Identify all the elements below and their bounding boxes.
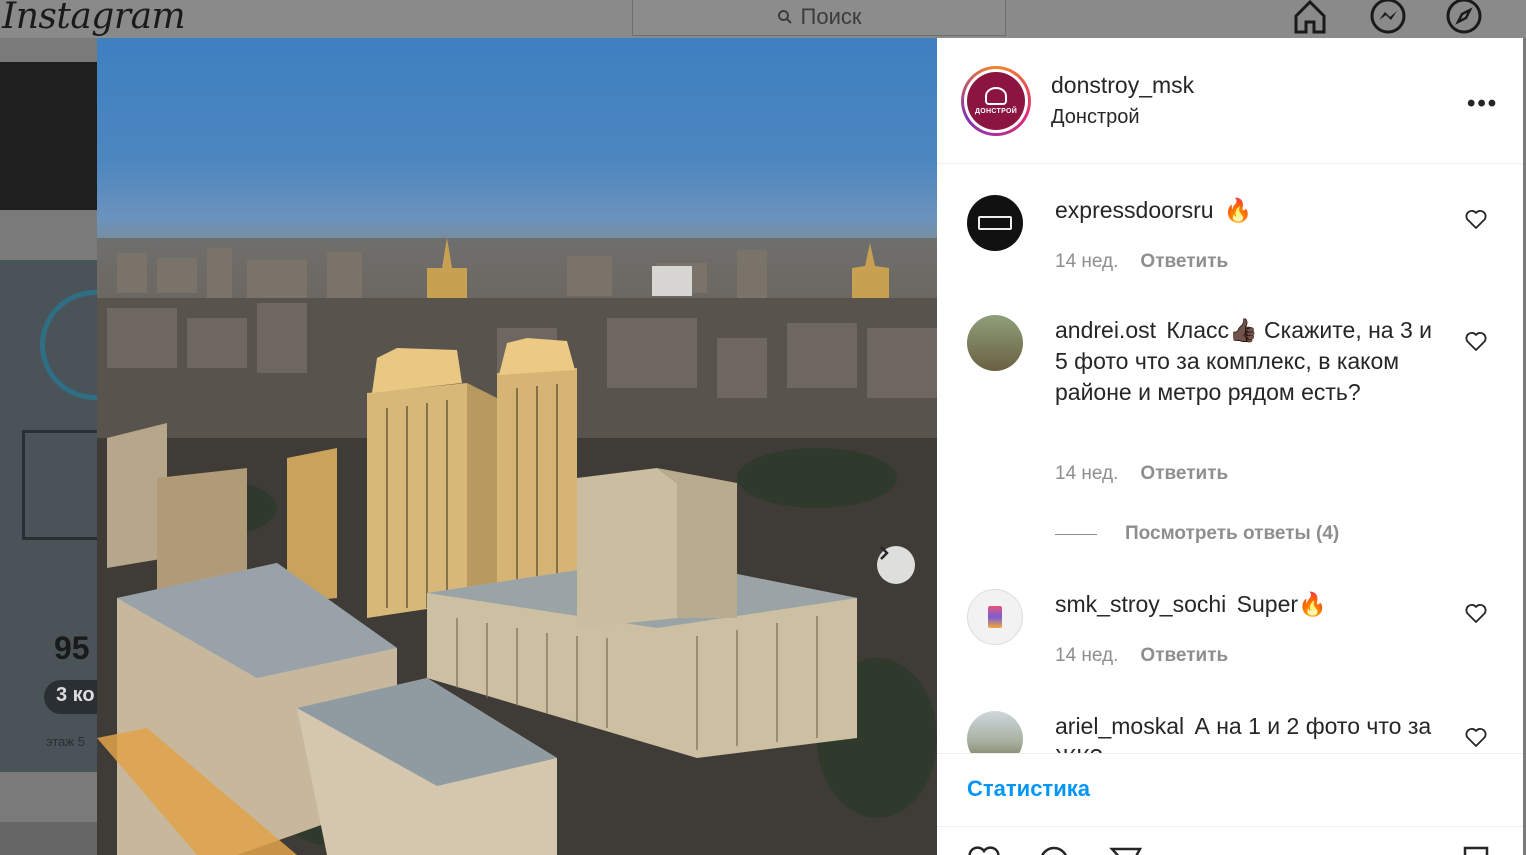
comments-list[interactable]: expressdoorsru 🔥 14 нед. Ответить andrei… — [937, 165, 1523, 753]
owner-username[interactable]: donstroy_msk — [1051, 72, 1194, 99]
share-icon[interactable] — [1109, 845, 1143, 855]
donstroy-logo-icon: ДОНСТРОЙ — [967, 72, 1025, 130]
home-icon[interactable] — [1290, 0, 1330, 36]
comment-text: 🔥 — [1223, 197, 1253, 223]
next-photo-button[interactable] — [877, 546, 915, 584]
commenter-avatar[interactable] — [967, 711, 1023, 753]
stamp-graphic — [40, 290, 97, 400]
explore-icon[interactable] — [1444, 0, 1484, 36]
replies-divider — [1055, 533, 1097, 535]
view-insights-link[interactable]: Статистика — [967, 776, 1090, 802]
view-replies-label: Посмотреть ответы (4) — [1125, 523, 1340, 544]
heart-icon[interactable] — [1464, 601, 1488, 625]
reply-button[interactable]: Ответить — [1140, 463, 1228, 485]
comment-text: Super🔥 — [1236, 591, 1327, 617]
insights-bar: Статистика — [937, 753, 1523, 826]
background-post-thumbnail[interactable] — [0, 822, 97, 855]
search-placeholder: Поиск — [800, 4, 862, 29]
more-options-button[interactable]: ••• — [1467, 90, 1498, 118]
floorplan-graphic — [22, 430, 97, 540]
commenter-avatar[interactable] — [967, 315, 1023, 371]
comment-body: expressdoorsru 🔥 — [1055, 195, 1445, 226]
comment-username[interactable]: smk_stroy_sochi — [1055, 591, 1226, 617]
heart-icon[interactable] — [1464, 725, 1488, 749]
post-actions-row — [937, 826, 1523, 855]
chevron-right-icon — [880, 546, 889, 560]
thumbnail-floor: этаж 5 — [46, 734, 85, 749]
thumbnail-number: 95 — [54, 630, 90, 666]
post-location[interactable]: Донстрой — [1051, 106, 1140, 129]
messenger-icon[interactable] — [1368, 0, 1408, 36]
post-modal: ДОНСТРОЙ donstroy_msk Донстрой ••• expre… — [97, 38, 1523, 855]
comment-meta: 14 нед. Ответить — [1055, 463, 1228, 485]
commenter-avatar[interactable] — [967, 195, 1023, 251]
comment-username[interactable]: ariel_moskal — [1055, 713, 1184, 739]
owner-avatar[interactable]: ДОНСТРОЙ — [961, 66, 1031, 136]
reply-button[interactable]: Ответить — [1140, 645, 1228, 667]
reply-button[interactable]: Ответить — [1140, 251, 1228, 273]
city-skyline-illustration — [97, 238, 937, 855]
heart-icon[interactable] — [1464, 207, 1488, 231]
heart-icon[interactable] — [1464, 329, 1488, 353]
post-photo[interactable] — [97, 38, 937, 855]
background-post-thumbnail[interactable] — [0, 62, 97, 210]
top-nav-bar: Instagram Поиск — [0, 0, 1526, 38]
thumbnail-pill: 3 ко — [44, 680, 97, 714]
comment-age[interactable]: 14 нед. — [1055, 251, 1118, 273]
background-post-thumbnail[interactable]: 95 3 ко этаж 5 — [0, 260, 97, 772]
commenter-avatar[interactable] — [967, 589, 1023, 645]
comment-age[interactable]: 14 нед. — [1055, 463, 1118, 485]
post-side-panel: ДОНСТРОЙ donstroy_msk Донстрой ••• expre… — [937, 38, 1523, 855]
comment-body: ariel_moskal А на 1 и 2 фото что за ЖК? — [1055, 711, 1445, 753]
comment-body: andrei.ost Класс👍🏿 Скажите, на 3 и 5 фот… — [1055, 315, 1445, 408]
instagram-logo[interactable]: Instagram — [2, 0, 186, 37]
comment-meta: 14 нед. Ответить — [1055, 645, 1228, 667]
comment-age[interactable]: 14 нед. — [1055, 645, 1118, 667]
search-icon — [777, 10, 792, 24]
view-replies-button[interactable]: Посмотреть ответы (4) — [1055, 523, 1339, 545]
comment-username[interactable]: expressdoorsru — [1055, 197, 1214, 223]
search-bar[interactable]: Поиск — [632, 0, 1006, 36]
comment-body: smk_stroy_sochi Super🔥 — [1055, 589, 1445, 620]
save-bookmark-icon[interactable] — [1459, 845, 1493, 855]
like-icon[interactable] — [967, 845, 1001, 855]
comment-username[interactable]: andrei.ost — [1055, 317, 1156, 343]
comment-icon[interactable] — [1037, 845, 1071, 855]
post-header: ДОНСТРОЙ donstroy_msk Донстрой ••• — [937, 38, 1523, 164]
comment-meta: 14 нед. Ответить — [1055, 251, 1228, 273]
